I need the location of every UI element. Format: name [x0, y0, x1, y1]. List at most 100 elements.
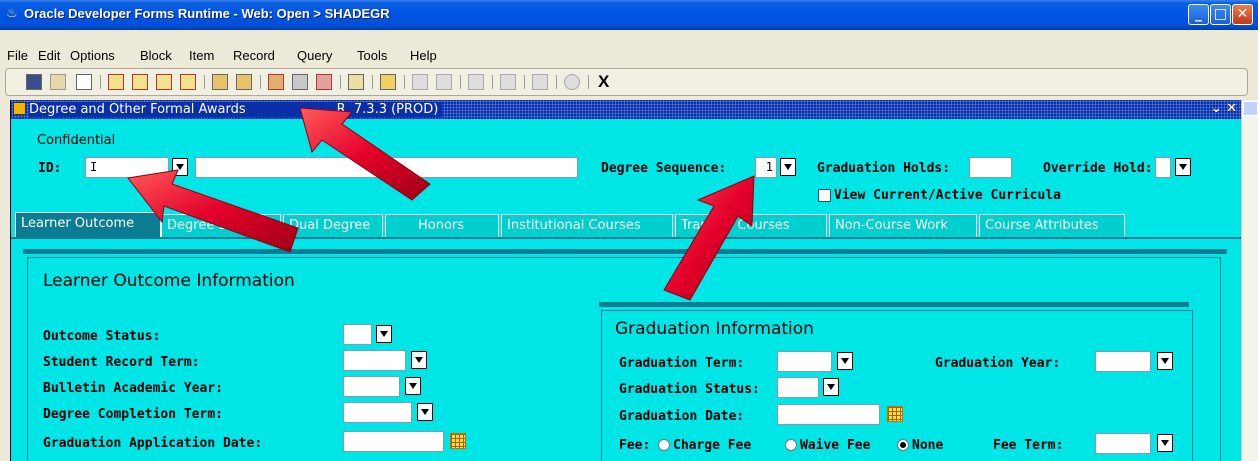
toolbar-separator [460, 75, 461, 89]
fee-label: Fee: [619, 438, 651, 453]
enter-query-icon[interactable] [212, 74, 228, 90]
tab-course-attributes[interactable]: Course Attributes [979, 214, 1125, 237]
menu-file[interactable]: File [7, 48, 28, 63]
toolbar-separator [492, 75, 493, 89]
save-icon[interactable] [26, 74, 42, 90]
tab-degree-details[interactable]: Degree Details [161, 214, 281, 237]
vertical-scrollbar[interactable] [1241, 100, 1258, 461]
next-record-icon[interactable] [180, 74, 196, 90]
scroll-up-button[interactable] [1243, 101, 1258, 116]
graduation-year-label: Graduation Year: [935, 356, 1061, 371]
none-radio[interactable] [897, 439, 909, 451]
form-icon [13, 102, 26, 115]
back-icon[interactable] [468, 74, 484, 90]
previous-block-icon[interactable] [132, 74, 148, 90]
id-input[interactable]: I [85, 157, 169, 178]
graduation-heading: Graduation Information [615, 319, 814, 339]
student-record-term-lookup[interactable] [411, 351, 427, 369]
exit-button[interactable]: X [598, 72, 609, 92]
learner-outcome-heading: Learner Outcome Information [43, 271, 295, 291]
tab-honors[interactable]: Honors [385, 214, 499, 237]
tab-learner-outcome[interactable]: Learner Outcome [15, 212, 161, 238]
degree-sequence-input[interactable]: 1 [755, 157, 777, 178]
waive-fee-radio[interactable] [785, 439, 797, 451]
menu-options[interactable]: Options [70, 48, 115, 63]
student-record-term-input[interactable] [343, 350, 406, 371]
bulletin-academic-year-lookup[interactable] [405, 377, 421, 395]
graduation-status-input[interactable] [777, 377, 819, 398]
graduation-year-lookup[interactable] [1157, 352, 1173, 370]
graduation-date-calendar-icon[interactable] [887, 406, 903, 422]
none-label: None [912, 438, 944, 453]
graduation-date-input[interactable] [777, 404, 880, 425]
tab-institutional-courses[interactable]: Institutional Courses [501, 214, 673, 237]
calendar-icon[interactable] [450, 433, 466, 449]
menu-query[interactable]: Query [297, 48, 332, 63]
tab-strip-line [11, 237, 1241, 239]
fee-term-input[interactable] [1095, 433, 1151, 454]
menu-item[interactable]: Item [189, 48, 214, 63]
copy-icon[interactable] [436, 74, 452, 90]
form-title-bar[interactable]: Degree and Other Formal Awards R 7.3.3 (… [11, 100, 1241, 119]
override-hold-input[interactable] [1155, 157, 1171, 178]
tab-dual-degree[interactable]: Dual Degree [283, 214, 383, 237]
java-cup-icon: ♨ [6, 6, 18, 21]
degree-completion-term-label: Degree Completion Term: [43, 407, 224, 422]
waive-fee-label: Waive Fee [800, 438, 871, 453]
id-lookup-button[interactable] [172, 158, 188, 176]
bulletin-academic-year-input[interactable] [343, 376, 400, 397]
view-current-checkbox[interactable] [818, 189, 831, 202]
degree-sequence-label: Degree Sequence: [601, 161, 727, 176]
graduation-term-input[interactable] [777, 351, 832, 372]
graduation-date-label: Graduation Date: [619, 409, 745, 424]
help-icon[interactable] [564, 74, 580, 90]
graduation-status-lookup[interactable] [823, 378, 839, 396]
charge-fee-radio[interactable] [658, 439, 670, 451]
menu-tools[interactable]: Tools [357, 48, 387, 63]
graduation-year-input[interactable] [1095, 351, 1151, 372]
menu-record[interactable]: Record [233, 48, 275, 63]
student-record-term-label: Student Record Term: [43, 355, 200, 370]
form-window-controls[interactable]: ⌄ ✕ [1211, 101, 1237, 116]
menu-edit[interactable]: Edit [38, 48, 60, 63]
next-block-icon[interactable] [108, 74, 124, 90]
graduation-application-date-input[interactable] [343, 431, 444, 452]
graduation-status-label: Graduation Status: [619, 382, 760, 397]
menu-block[interactable]: Block [140, 48, 172, 63]
print-preview-icon[interactable] [532, 74, 548, 90]
name-field[interactable] [195, 157, 578, 178]
target-icon[interactable] [500, 74, 516, 90]
degree-completion-term-input[interactable] [343, 402, 412, 423]
outcome-status-input[interactable] [343, 324, 372, 345]
tab-transfer-courses[interactable]: Transfer Courses [675, 214, 827, 237]
menu-help[interactable]: Help [410, 48, 437, 63]
window-title: Oracle Developer Forms Runtime - Web: Op… [24, 6, 390, 21]
override-hold-lookup[interactable] [1175, 158, 1191, 176]
rollback-icon[interactable] [50, 74, 66, 90]
tab-non-course-work[interactable]: Non-Course Work [829, 214, 977, 237]
attachment-icon[interactable] [348, 74, 364, 90]
close-button[interactable]: ✕ [1232, 4, 1253, 25]
report-icon[interactable] [380, 74, 396, 90]
execute-query-icon[interactable] [236, 74, 252, 90]
maximize-button[interactable]: □ [1210, 4, 1231, 25]
print-icon[interactable] [76, 74, 92, 90]
graduation-holds-label: Graduation Holds: [817, 161, 951, 176]
form-title: Degree and Other Formal Awards R 7.3.3 (… [29, 102, 443, 117]
degree-sequence-lookup[interactable] [780, 158, 796, 176]
minimize-button[interactable]: _ [1188, 4, 1209, 25]
graduation-term-lookup[interactable] [837, 352, 853, 370]
cut-icon[interactable] [412, 74, 428, 90]
outcome-status-lookup[interactable] [376, 325, 392, 343]
fee-term-label: Fee Term: [993, 438, 1064, 453]
delete-record-icon[interactable] [316, 74, 332, 90]
database-icon[interactable] [292, 74, 308, 90]
fee-term-lookup[interactable] [1157, 434, 1173, 452]
form-window: Degree and Other Formal Awards R 7.3.3 (… [10, 100, 1241, 461]
previous-record-icon[interactable] [156, 74, 172, 90]
graduation-application-date-label: Graduation Application Date: [43, 436, 263, 451]
degree-completion-term-lookup[interactable] [417, 403, 433, 421]
graduation-holds-input[interactable] [969, 157, 1012, 178]
window-title-bar[interactable]: ♨ Oracle Developer Forms Runtime - Web: … [0, 0, 1258, 30]
insert-record-icon[interactable] [268, 74, 284, 90]
